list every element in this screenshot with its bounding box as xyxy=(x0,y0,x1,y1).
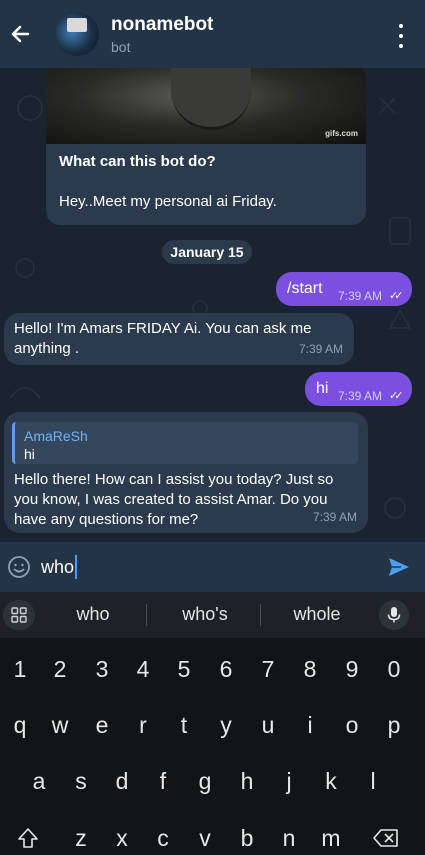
key[interactable]: p xyxy=(374,699,414,751)
keyboard-row-top: q w e r t y u i o p xyxy=(0,699,425,751)
key[interactable]: 9 xyxy=(332,643,372,695)
message-incoming[interactable]: Hello! I'm Amars FRIDAY Ai. You can ask … xyxy=(4,313,354,365)
key[interactable]: b xyxy=(227,812,267,855)
key[interactable]: 1 xyxy=(0,643,40,695)
message-outgoing[interactable]: /start 7:39 AM ✓✓ xyxy=(276,272,412,306)
on-screen-keyboard: 1 2 3 4 5 6 7 8 9 0 q w e r t y u i o p … xyxy=(0,638,425,855)
more-vertical-icon xyxy=(399,24,403,28)
arrow-left-icon xyxy=(11,25,29,43)
key[interactable]: 7 xyxy=(248,643,288,695)
suggestion-divider xyxy=(146,604,147,626)
reply-text: hi xyxy=(24,446,35,462)
key[interactable]: z xyxy=(61,812,101,855)
message-text: Hello there! How can I assist you today?… xyxy=(14,471,334,528)
microphone-icon xyxy=(387,607,401,623)
more-menu-button[interactable] xyxy=(391,24,411,48)
message-input-value: who xyxy=(41,556,75,577)
smile-icon xyxy=(8,556,30,578)
key[interactable]: 3 xyxy=(82,643,122,695)
keyboard-suggestion-strip: who who's whole xyxy=(0,592,425,638)
key[interactable]: 8 xyxy=(290,643,330,695)
chat-header: nonamebot bot xyxy=(0,0,425,68)
message-text: hi xyxy=(316,380,329,397)
text-cursor xyxy=(75,555,78,579)
key[interactable]: s xyxy=(61,755,101,807)
key[interactable]: 2 xyxy=(40,643,80,695)
key[interactable]: q xyxy=(0,699,40,751)
keyboard-row-bottom: z x c v b n m xyxy=(0,812,425,855)
backspace-key[interactable] xyxy=(366,812,406,855)
keyboard-row-numbers: 1 2 3 4 5 6 7 8 9 0 xyxy=(0,643,425,695)
message-time: 7:39 AM xyxy=(338,289,383,303)
message-list[interactable]: gifs.com What can this bot do? Hey..Meet… xyxy=(0,68,425,542)
suggestion-divider xyxy=(260,604,261,626)
back-button[interactable] xyxy=(0,14,40,54)
message-time: 7:39 AM xyxy=(338,389,383,403)
key[interactable]: r xyxy=(123,699,163,751)
key[interactable]: k xyxy=(311,755,351,807)
key[interactable]: 0 xyxy=(374,643,414,695)
message-outgoing[interactable]: hi 7:39 AM ✓✓ xyxy=(305,372,412,406)
voice-input-button[interactable] xyxy=(379,600,409,630)
key[interactable]: t xyxy=(164,699,204,751)
chat-subtitle: bot xyxy=(111,38,131,55)
message-time: 7:39 AM xyxy=(312,510,357,524)
bot-intro-title: What can this bot do? xyxy=(59,153,216,170)
bot-intro-text: Hey..Meet my personal ai Friday. xyxy=(59,193,277,210)
chat-title: nonamebot xyxy=(111,13,214,35)
key[interactable]: 4 xyxy=(123,643,163,695)
key[interactable]: w xyxy=(40,699,80,751)
bot-intro-card: gifs.com What can this bot do? Hey..Meet… xyxy=(46,68,366,225)
bot-intro-gif[interactable]: gifs.com xyxy=(46,68,366,144)
key[interactable]: g xyxy=(185,755,225,807)
key[interactable]: o xyxy=(332,699,372,751)
key[interactable]: j xyxy=(269,755,309,807)
shift-icon xyxy=(18,828,38,848)
send-button[interactable] xyxy=(387,555,411,579)
key[interactable]: y xyxy=(206,699,246,751)
avatar[interactable] xyxy=(55,12,99,56)
chat-title-block[interactable]: nonamebot bot xyxy=(111,14,213,55)
key[interactable]: d xyxy=(102,755,142,807)
suggestion-item[interactable]: who's xyxy=(155,604,255,625)
reply-quote[interactable]: AmaReSh hi xyxy=(12,422,358,464)
reply-author: AmaReSh xyxy=(24,428,88,444)
key[interactable]: u xyxy=(248,699,288,751)
suggestion-item[interactable]: who xyxy=(43,604,143,625)
date-separator: January 15 xyxy=(162,240,252,264)
gif-source-label: gifs.com xyxy=(325,129,358,138)
key[interactable]: 6 xyxy=(206,643,246,695)
key[interactable]: c xyxy=(143,812,183,855)
shift-key[interactable] xyxy=(8,812,48,855)
composer-bar: who xyxy=(0,542,425,592)
key[interactable]: v xyxy=(185,812,225,855)
suggestion-item[interactable]: whole xyxy=(267,604,367,625)
message-time: 7:39 AM xyxy=(298,342,343,356)
key[interactable]: m xyxy=(311,812,351,855)
double-check-icon: ✓✓ xyxy=(389,290,404,302)
message-input[interactable]: who xyxy=(41,555,78,579)
backspace-icon xyxy=(373,829,398,847)
apps-grid-icon xyxy=(11,607,27,623)
key[interactable]: f xyxy=(143,755,183,807)
double-check-icon: ✓✓ xyxy=(389,390,404,402)
key[interactable]: i xyxy=(290,699,330,751)
key[interactable]: h xyxy=(227,755,267,807)
key[interactable]: e xyxy=(82,699,122,751)
message-text: /start xyxy=(287,280,323,297)
apps-grid-button[interactable] xyxy=(3,600,35,630)
key[interactable]: x xyxy=(102,812,142,855)
key[interactable]: 5 xyxy=(164,643,204,695)
message-incoming[interactable]: AmaReSh hi Hello there! How can I assist… xyxy=(4,412,368,533)
keyboard-row-middle: a s d f g h j k l xyxy=(0,755,425,807)
key[interactable]: l xyxy=(353,755,393,807)
key[interactable]: a xyxy=(19,755,59,807)
send-icon xyxy=(389,558,409,576)
gif-face-image xyxy=(171,68,251,130)
emoji-button[interactable] xyxy=(6,554,32,580)
key[interactable]: n xyxy=(269,812,309,855)
